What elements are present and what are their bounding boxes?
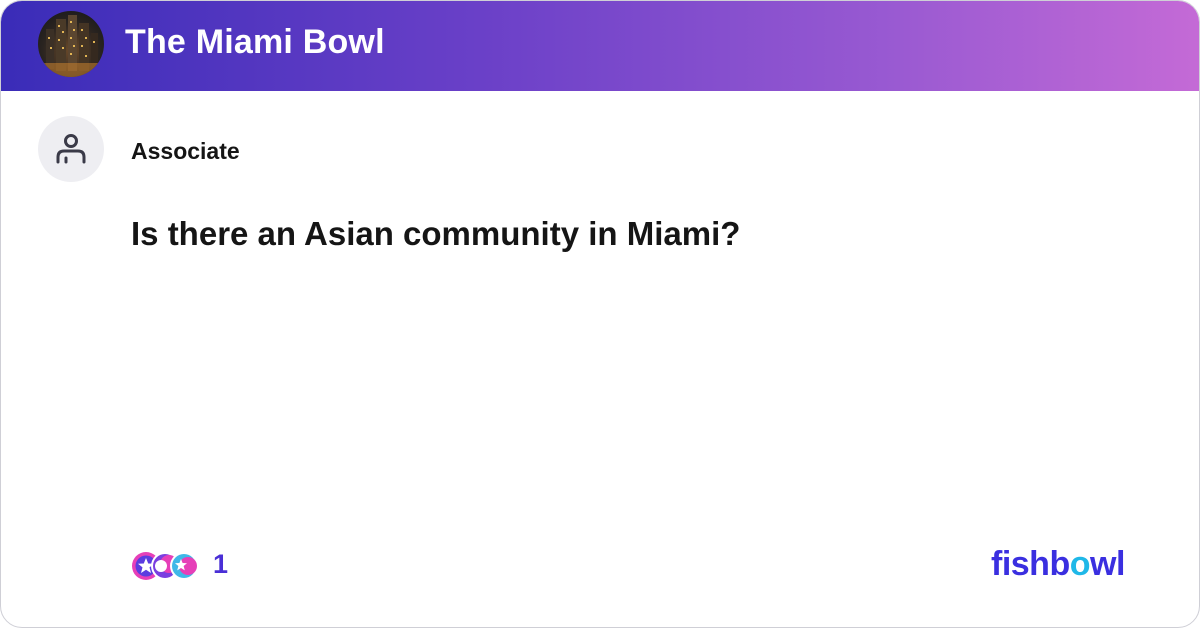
fishbowl-logo-text-prefix: fishb: [991, 545, 1070, 583]
reaction-count[interactable]: 1: [213, 549, 228, 580]
post-card[interactable]: The Miami Bowl Associate Is there an Asi…: [0, 0, 1200, 628]
bowl-avatar[interactable]: [38, 11, 104, 77]
reaction-icons[interactable]: [131, 549, 199, 583]
star-reaction-icon: [170, 552, 198, 580]
fishbowl-logo-text-o: o: [1069, 545, 1091, 583]
author-avatar: [38, 116, 104, 182]
person-icon: [56, 134, 86, 164]
bowl-header: The Miami Bowl: [1, 1, 1199, 91]
fishbowl-logo[interactable]: fishbowl: [991, 545, 1125, 584]
author-name: Associate: [131, 138, 240, 164]
post-title[interactable]: Is there an Asian community in Miami?: [131, 215, 740, 253]
fishbowl-logo-text-suffix: wl: [1090, 545, 1125, 583]
city-skyline-photo: [38, 15, 104, 77]
bowl-title[interactable]: The Miami Bowl: [125, 23, 385, 62]
